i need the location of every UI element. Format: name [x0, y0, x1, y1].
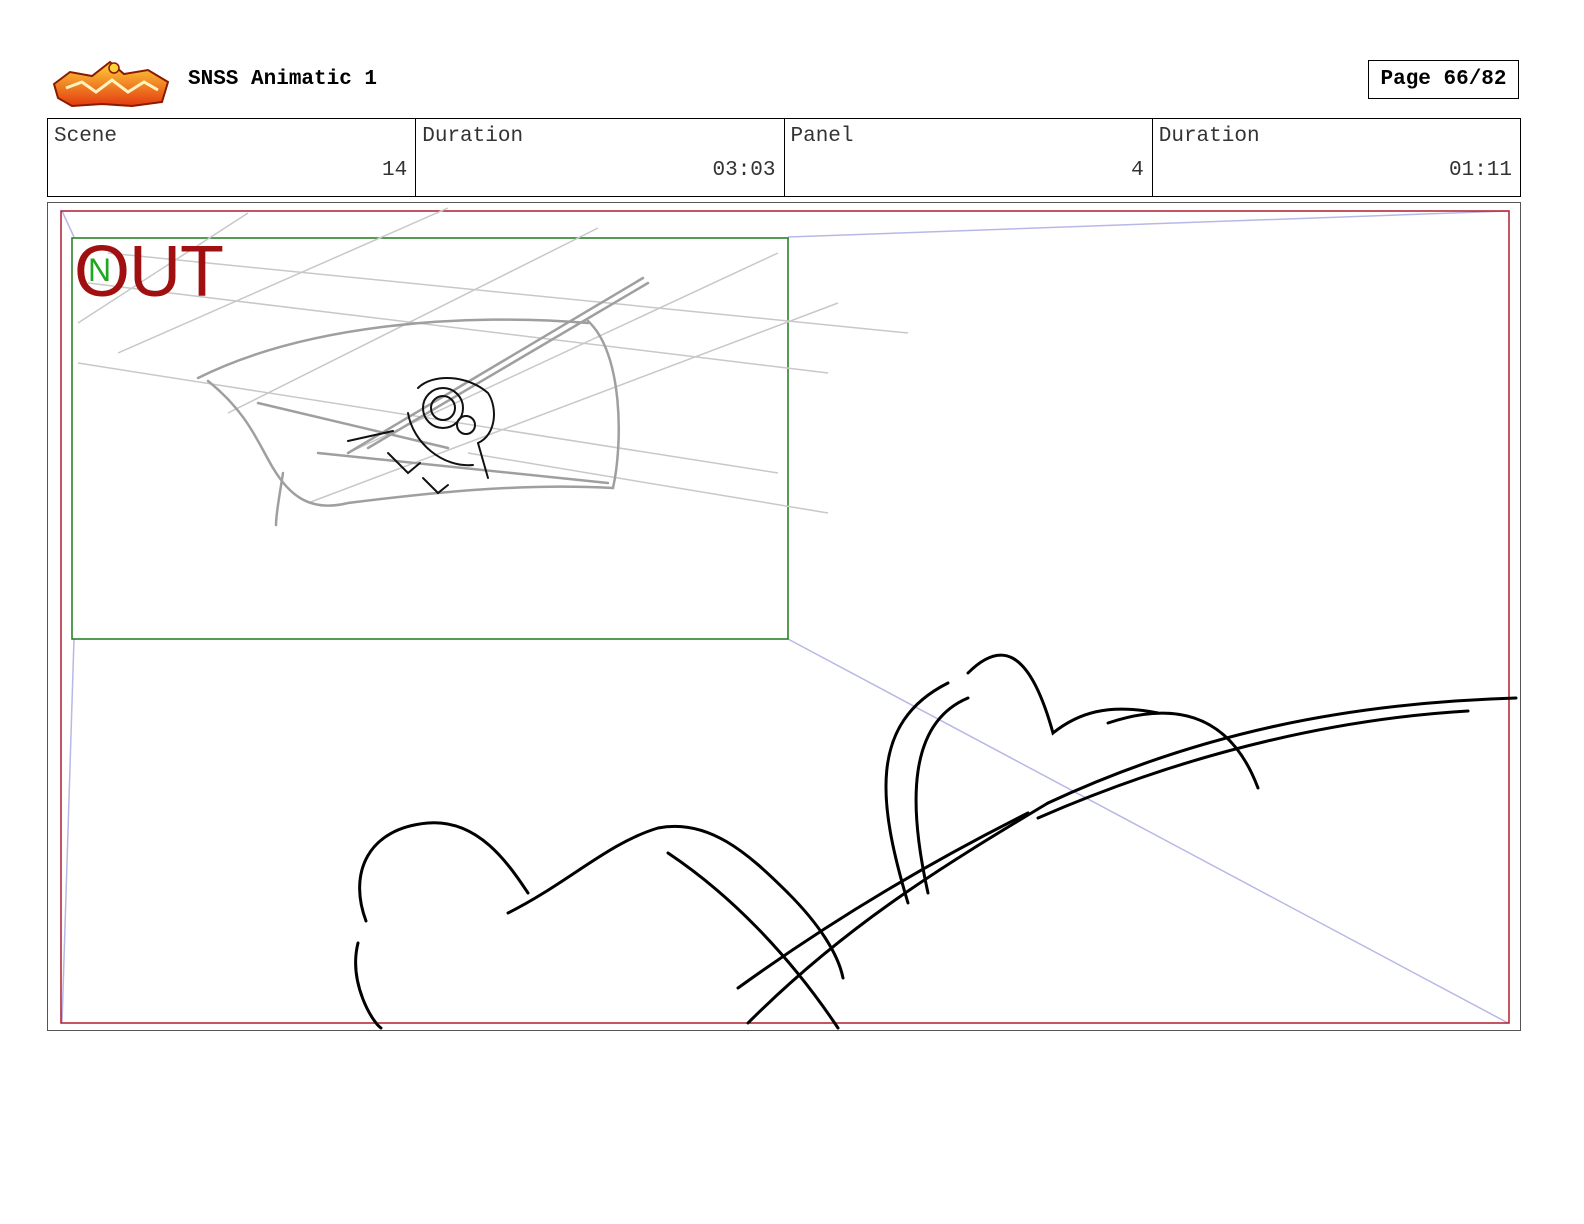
scene-value: 14: [382, 159, 408, 182]
show-logo: [52, 60, 170, 108]
storyboard-panel: [47, 202, 1521, 1031]
panel-value: 4: [1131, 159, 1144, 182]
panel-duration-label: Duration: [1158, 125, 1260, 148]
scene-cell: Scene 14: [48, 119, 417, 196]
panel-drawing: [60, 207, 1518, 1030]
camera-move-in-letter: N: [88, 252, 112, 288]
document-title: SNSS Animatic 1: [188, 68, 378, 91]
panel-info-table: Scene 14 Duration 03:03 Panel 4 Duration…: [47, 118, 1521, 197]
panel-label: Panel: [790, 125, 854, 148]
panel-cell: Panel 4: [785, 119, 1153, 196]
scene-duration-label: Duration: [422, 125, 524, 148]
scene-duration-value: 03:03: [712, 159, 776, 182]
panel-duration-value: 01:11: [1448, 159, 1512, 182]
outer-field-frame: [60, 210, 1510, 1024]
scene-label: Scene: [54, 125, 118, 148]
scene-duration-cell: Duration 03:03: [416, 119, 785, 196]
page-indicator: Page 66/82: [1368, 60, 1519, 99]
camera-guide-lines: [61, 210, 1509, 1024]
foliage-sketch: [354, 653, 1518, 1030]
panel-duration-cell: Duration 01:11: [1153, 119, 1520, 196]
